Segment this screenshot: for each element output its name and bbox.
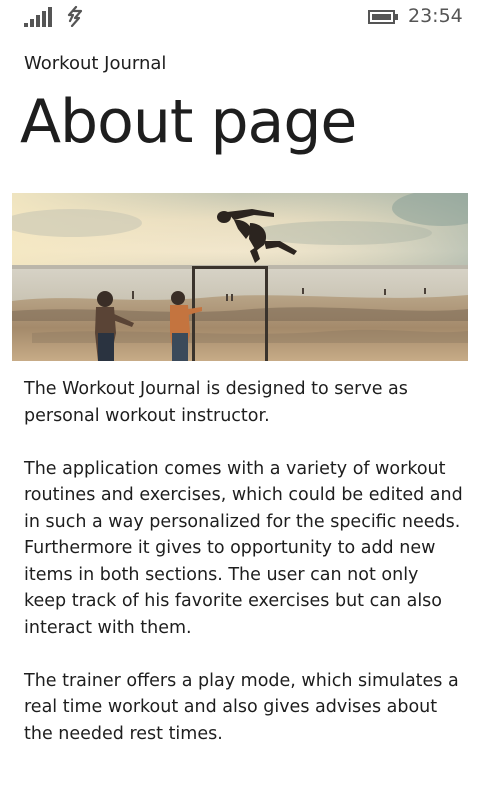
battery-icon bbox=[368, 10, 398, 24]
about-screen: 23:54 Workout Journal About page The Wor… bbox=[0, 0, 480, 800]
data-connection-icon bbox=[67, 5, 83, 27]
page-title: About page bbox=[20, 87, 357, 157]
hero-image bbox=[12, 193, 468, 361]
about-content: The Workout Journal is designed to serve… bbox=[24, 376, 464, 774]
about-paragraph-features: The application comes with a variety of … bbox=[24, 458, 463, 638]
about-paragraph-trainer: The trainer offers a play mode, which si… bbox=[24, 670, 459, 744]
status-bar: 23:54 bbox=[0, 0, 480, 34]
app-title: Workout Journal bbox=[24, 53, 167, 74]
about-paragraph-intro: The Workout Journal is designed to serve… bbox=[24, 379, 408, 426]
cellular-signal-icon bbox=[24, 7, 52, 27]
status-time: 23:54 bbox=[408, 5, 463, 27]
